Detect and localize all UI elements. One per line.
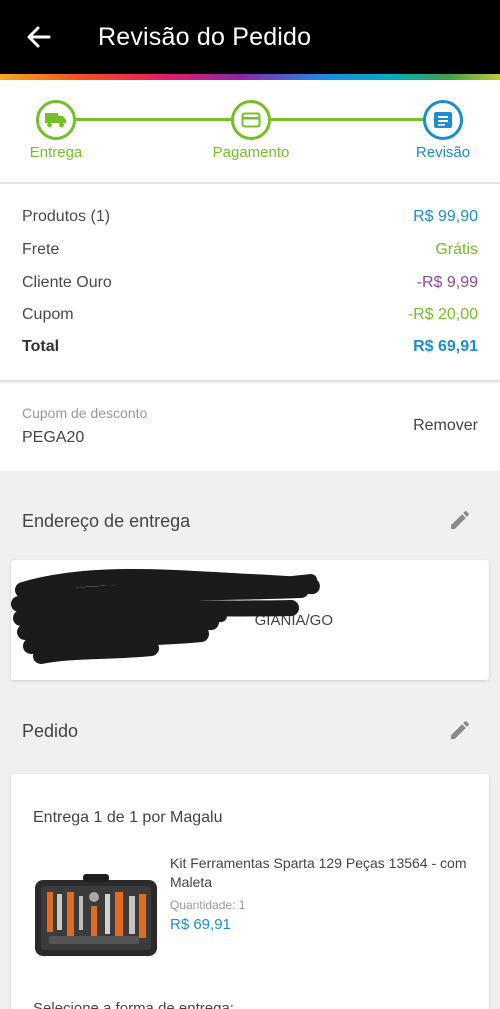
- summary-value: -R$ 9,99: [416, 274, 478, 291]
- step-label-delivery: Entrega: [29, 144, 83, 161]
- quantity-label: Quantidade:: [170, 898, 236, 912]
- product-name[interactable]: Kit Ferramentas Sparta 129 Peças 13564 -…: [170, 854, 476, 892]
- remove-coupon-button[interactable]: Remover: [413, 417, 478, 435]
- coupon-code: PEGA20: [22, 429, 85, 446]
- step-connector: [74, 118, 232, 121]
- summary-label: Cupom: [22, 306, 74, 323]
- delivery-method-title: Selecione a forma de entrega:: [33, 1000, 234, 1009]
- summary-label: Cliente Ouro: [22, 274, 112, 291]
- summary-row-products: Produtos (1) R$ 99,90: [22, 205, 478, 229]
- step-review[interactable]: [423, 100, 463, 140]
- step-connector: [270, 118, 424, 121]
- step-delivery[interactable]: [36, 100, 76, 140]
- summary-row-total: Total R$ 69,91: [22, 335, 478, 359]
- product-image: [35, 874, 157, 956]
- list-icon: [434, 112, 452, 128]
- step-payment[interactable]: [231, 100, 271, 140]
- page-title: Revisão do Pedido: [98, 22, 312, 51]
- total-value: R$ 69,91: [413, 338, 478, 355]
- product-price: R$ 69,91: [170, 916, 231, 933]
- summary-row-coupon: Cupom -R$ 20,00: [22, 303, 478, 327]
- summary-label: Frete: [22, 241, 60, 258]
- step-label-review: Revisão: [415, 144, 471, 161]
- order-section-title: Pedido: [22, 721, 79, 741]
- product-quantity: Quantidade: 1: [170, 898, 245, 912]
- total-label: Total: [22, 338, 60, 355]
- order-card: Entrega 1 de 1 por Magalu Kit Ferramenta…: [11, 774, 489, 1009]
- coupon-section: Cupom de desconto PEGA20 Remover: [0, 383, 500, 471]
- summary-row-shipping: Frete Grátis: [22, 238, 478, 262]
- checkout-stepper: Entrega Pagamento Revisão: [0, 80, 500, 182]
- truck-icon: [45, 113, 66, 128]
- address-section-title: Endereço de entrega: [22, 511, 191, 531]
- card-icon: [241, 112, 261, 128]
- redaction-scribble: [11, 569, 320, 664]
- summary-value: R$ 99,90: [413, 208, 478, 225]
- delivery-title: Entrega 1 de 1 por Magalu: [33, 809, 223, 826]
- back-arrow-icon[interactable]: [22, 20, 56, 54]
- summary-label: Produtos (1): [22, 208, 111, 225]
- summary-value: Grátis: [435, 241, 478, 258]
- quantity-value: 1: [238, 898, 246, 912]
- edit-address-icon[interactable]: [446, 506, 474, 534]
- address-card[interactable]: GIANIA/GO: [11, 560, 489, 680]
- divider: [0, 380, 500, 382]
- summary-value: -R$ 20,00: [407, 306, 478, 323]
- edit-order-icon[interactable]: [446, 716, 474, 744]
- coupon-caption: Cupom de desconto: [22, 405, 148, 421]
- step-label-payment: Pagamento: [212, 144, 290, 161]
- app-bar: Revisão do Pedido: [0, 0, 500, 74]
- summary-row-gold-client: Cliente Ouro -R$ 9,99: [22, 271, 478, 295]
- order-summary: Produtos (1) R$ 99,90 Frete Grátis Clien…: [0, 184, 500, 380]
